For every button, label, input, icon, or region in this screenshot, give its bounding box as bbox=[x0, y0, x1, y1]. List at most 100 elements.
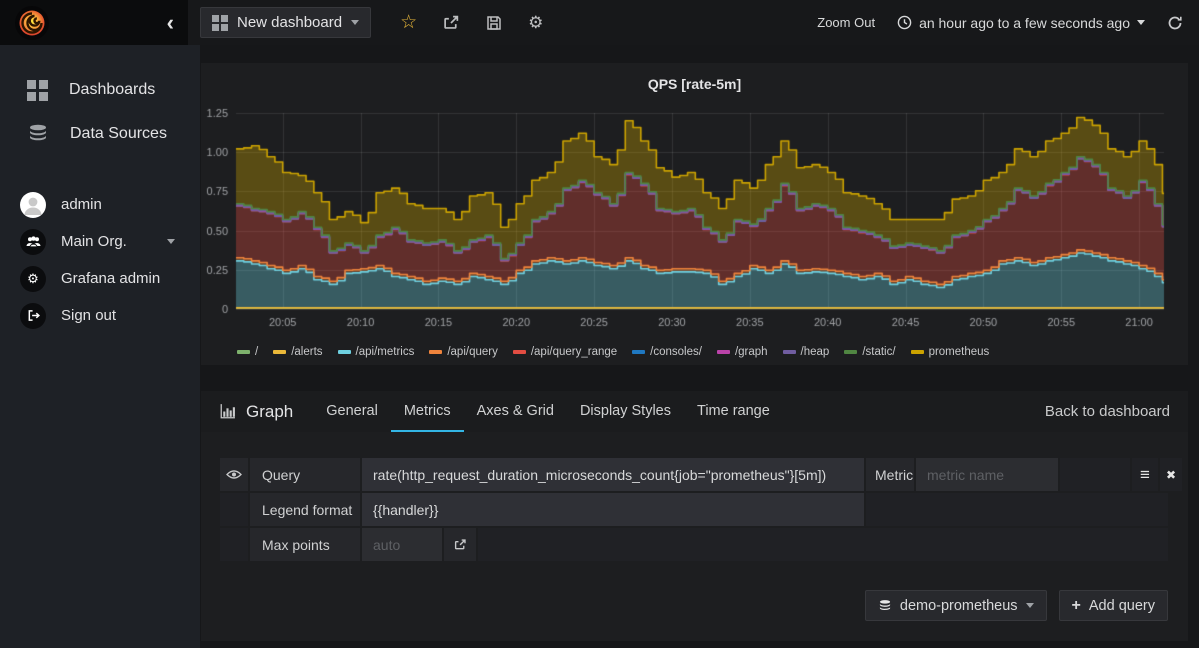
legend-swatch bbox=[273, 350, 286, 354]
tab-time-range[interactable]: Time range bbox=[684, 391, 783, 432]
save-icon bbox=[486, 15, 502, 31]
legend-swatch bbox=[429, 350, 442, 354]
tab-axes-grid[interactable]: Axes & Grid bbox=[464, 391, 567, 432]
legend-swatch bbox=[783, 350, 796, 354]
legend-item[interactable]: /heap bbox=[783, 346, 830, 358]
sidebar-item-main-org[interactable]: Main Org. bbox=[0, 223, 200, 260]
legend-row-gutter bbox=[220, 493, 248, 526]
navbar-logo-area: ‹ bbox=[0, 0, 188, 45]
refresh-button[interactable] bbox=[1167, 15, 1183, 31]
chevron-down-icon bbox=[1026, 603, 1034, 608]
legend-format-cell bbox=[362, 493, 864, 526]
grafana-logo-icon[interactable] bbox=[15, 6, 49, 40]
dashboard-title-button[interactable]: New dashboard bbox=[200, 7, 371, 38]
query-input-cell bbox=[362, 458, 864, 491]
legend-item[interactable]: /api/metrics bbox=[338, 346, 415, 358]
editor-panel-type-label: Graph bbox=[246, 402, 293, 422]
sidebar-item-dashboards[interactable]: Dashboards bbox=[0, 68, 200, 112]
max-points-spacer bbox=[478, 528, 1168, 561]
editor-header: Graph General Metrics Axes & Grid Displa… bbox=[201, 391, 1188, 432]
metric-name-input[interactable] bbox=[916, 458, 1058, 491]
chevron-down-icon bbox=[167, 239, 175, 244]
org-name-label: Main Org. bbox=[61, 233, 127, 250]
sign-out-icon bbox=[20, 303, 46, 329]
sidebar-item-grafana-admin[interactable]: ⚙ Grafana admin bbox=[0, 260, 200, 297]
save-button[interactable] bbox=[486, 15, 502, 31]
share-button[interactable] bbox=[443, 14, 460, 31]
zoom-out-button[interactable]: Zoom Out bbox=[817, 15, 875, 30]
dashboard-title: New dashboard bbox=[237, 14, 342, 31]
remove-query-button[interactable]: ✖ bbox=[1160, 458, 1182, 491]
query-input[interactable] bbox=[362, 458, 864, 491]
legend-item[interactable]: / bbox=[237, 346, 258, 358]
legend-item[interactable]: prometheus bbox=[911, 346, 990, 358]
close-icon: ✖ bbox=[1166, 468, 1176, 482]
legend-label: /api/query bbox=[447, 346, 498, 358]
metric-input-cell bbox=[916, 458, 1058, 491]
legend-item[interactable]: /static/ bbox=[844, 346, 895, 358]
legend-format-label: Legend format bbox=[250, 493, 360, 526]
legend-item[interactable]: /alerts bbox=[273, 346, 322, 358]
legend-item[interactable]: /graph bbox=[717, 346, 768, 358]
legend-label: /consoles/ bbox=[650, 346, 702, 358]
sidebar-item-label: Data Sources bbox=[70, 125, 167, 143]
toggle-query-visibility-button[interactable] bbox=[220, 458, 248, 491]
admin-gear-icon: ⚙ bbox=[20, 266, 46, 292]
query-row: Query Metric ≡ ✖ bbox=[220, 458, 1168, 491]
dashboards-icon bbox=[27, 80, 48, 101]
collapse-sidebar-chevron-icon[interactable]: ‹ bbox=[167, 12, 174, 34]
panel-title[interactable]: QPS [rate-5m] bbox=[201, 63, 1188, 92]
share-icon bbox=[443, 14, 460, 31]
query-label: Query bbox=[250, 458, 360, 491]
legend-swatch bbox=[911, 350, 924, 354]
query-row-spacer bbox=[1060, 458, 1130, 491]
graph-editor-panel: Graph General Metrics Axes & Grid Displa… bbox=[201, 391, 1188, 641]
legend-item[interactable]: /api/query bbox=[429, 346, 498, 358]
legend-row-spacer bbox=[866, 493, 1168, 526]
legend-swatch bbox=[717, 350, 730, 354]
max-points-link-button[interactable] bbox=[444, 528, 476, 561]
legend-item[interactable]: /api/query_range bbox=[513, 346, 617, 358]
editor-title: Graph bbox=[219, 402, 293, 422]
legend-label: /heap bbox=[801, 346, 830, 358]
tab-general[interactable]: General bbox=[313, 391, 391, 432]
query-menu-button[interactable]: ≡ bbox=[1132, 458, 1158, 491]
sidebar-item-sign-out[interactable]: Sign out bbox=[0, 297, 200, 334]
legend-format-row: Legend format bbox=[220, 493, 1168, 526]
metric-label: Metric bbox=[866, 458, 914, 491]
database-icon bbox=[27, 123, 49, 145]
tab-display-styles[interactable]: Display Styles bbox=[567, 391, 684, 432]
legend-swatch bbox=[237, 350, 250, 354]
legend-label: /alerts bbox=[291, 346, 322, 358]
back-to-dashboard-link[interactable]: Back to dashboard bbox=[1045, 403, 1170, 420]
max-points-input[interactable] bbox=[362, 528, 442, 561]
max-points-row: Max points bbox=[220, 528, 1168, 561]
legend-swatch bbox=[513, 350, 526, 354]
legend-swatch bbox=[338, 350, 351, 354]
eye-icon bbox=[226, 469, 242, 480]
sidebar: Dashboards Data Sources admin bbox=[0, 45, 200, 648]
legend-item[interactable]: /consoles/ bbox=[632, 346, 702, 358]
sidebar-item-admin[interactable]: admin bbox=[0, 186, 200, 223]
settings-gear-icon[interactable]: ⚙ bbox=[528, 13, 543, 33]
max-points-label: Max points bbox=[250, 528, 360, 561]
legend-label: /graph bbox=[735, 346, 768, 358]
sidebar-item-datasources[interactable]: Data Sources bbox=[0, 112, 200, 156]
add-query-button[interactable]: + Add query bbox=[1059, 590, 1168, 621]
org-users-icon bbox=[20, 229, 46, 255]
datasource-name-label: demo-prometheus bbox=[900, 598, 1018, 614]
legend-swatch bbox=[632, 350, 645, 354]
datasource-button[interactable]: demo-prometheus bbox=[865, 590, 1047, 621]
add-query-label: Add query bbox=[1089, 598, 1155, 614]
tab-metrics[interactable]: Metrics bbox=[391, 391, 464, 432]
chevron-down-icon bbox=[1137, 20, 1145, 25]
plus-icon: + bbox=[1072, 597, 1081, 615]
legend-label: / bbox=[255, 346, 258, 358]
qps-chart-canvas[interactable] bbox=[201, 103, 1188, 341]
max-points-cell bbox=[362, 528, 442, 561]
avatar bbox=[20, 192, 46, 218]
time-picker-button[interactable]: an hour ago to a few seconds ago bbox=[897, 15, 1145, 31]
clock-icon bbox=[897, 15, 912, 30]
legend-format-input[interactable] bbox=[362, 493, 864, 526]
star-button[interactable]: ☆ bbox=[400, 11, 417, 34]
